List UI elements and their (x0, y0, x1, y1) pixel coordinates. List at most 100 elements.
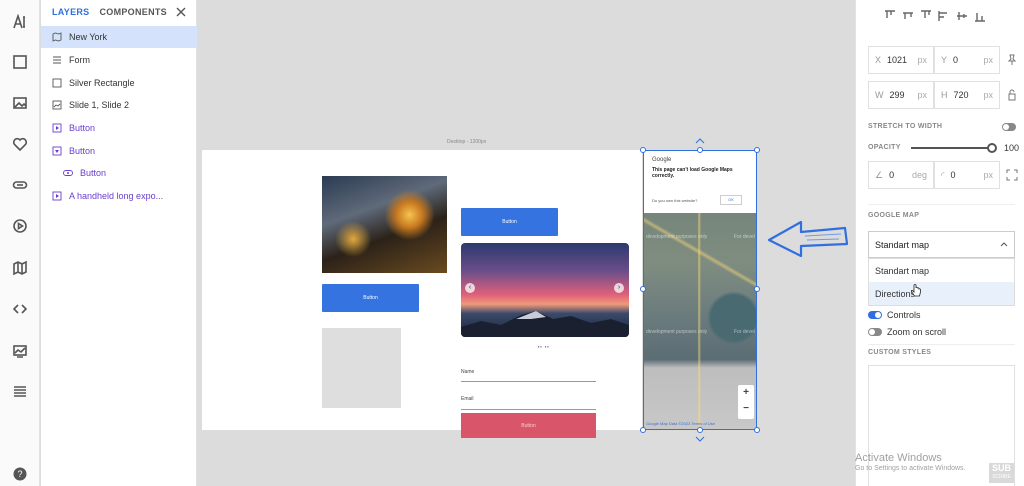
slider-prev-icon[interactable]: ‹ (465, 283, 475, 293)
layer-label: Button (80, 168, 107, 178)
align-left-icon[interactable] (884, 10, 896, 22)
pin-icon[interactable] (1006, 54, 1018, 66)
layer-item-new-york[interactable]: New York (41, 26, 197, 48)
map-type-option-standart[interactable]: Standart map (869, 259, 1014, 282)
corner-radius-field[interactable]: ◜ 0 px (934, 161, 1000, 189)
code-tool-icon[interactable] (10, 299, 30, 319)
layer-label: Slide 1, Slide 2 (69, 100, 130, 110)
opacity-slider-thumb[interactable] (987, 143, 997, 153)
expand-corners-icon[interactable] (1006, 169, 1018, 181)
align-toolbar (884, 10, 986, 22)
width-field[interactable]: W 299 px (868, 81, 934, 109)
resize-handle[interactable] (754, 427, 760, 433)
close-icon[interactable] (174, 5, 188, 19)
google-map-element[interactable]: Google This page can't load Google Maps … (643, 150, 757, 430)
layer-item-button-child[interactable]: Button (41, 162, 197, 184)
align-center-h-icon[interactable] (902, 10, 914, 22)
rotation-icon: ∠ (875, 169, 884, 180)
align-top-icon[interactable] (938, 10, 950, 22)
map-tool-icon[interactable] (10, 258, 30, 278)
map-type-menu: Standart map Directions (868, 258, 1015, 306)
image-tool-icon[interactable] (10, 93, 30, 113)
stretch-to-width-toggle[interactable] (1002, 123, 1016, 131)
resize-handle[interactable] (754, 286, 760, 292)
form-submit-button[interactable]: Button (461, 413, 596, 438)
resize-handle[interactable] (697, 147, 703, 153)
lock-icon[interactable] (1006, 89, 1018, 101)
move-down-icon[interactable] (695, 436, 705, 442)
resize-handle[interactable] (640, 147, 646, 153)
name-field[interactable] (461, 381, 596, 382)
align-right-icon[interactable] (920, 10, 932, 22)
name-field-label: Name (461, 369, 475, 375)
rotation-field[interactable]: ∠ 0 deg (868, 161, 934, 189)
height-field[interactable]: H 720 px (934, 81, 1000, 109)
button-tool-icon[interactable] (10, 175, 30, 195)
zoom-on-scroll-toggle[interactable] (868, 328, 882, 336)
canvas-button-right[interactable]: Button (461, 208, 558, 236)
layer-item-image[interactable]: A handheld long expo... (41, 185, 197, 207)
properties-panel: X 1021 px Y 0 px W 299 px H 720 px STRET… (855, 0, 1024, 486)
annotation-arrow-icon (767, 220, 849, 258)
layer-label: Silver Rectangle (69, 78, 135, 88)
align-middle-icon[interactable] (956, 10, 968, 22)
zoom-out-button[interactable]: − (738, 401, 754, 417)
layer-label: Button (69, 123, 96, 133)
city-photo[interactable] (322, 176, 447, 273)
layer-item-form[interactable]: Form (41, 49, 197, 71)
form-icon (53, 56, 61, 64)
controls-toggle[interactable] (868, 311, 882, 319)
caret-right-icon (52, 191, 62, 201)
resize-handle[interactable] (697, 427, 703, 433)
google-logo: Google (652, 157, 672, 163)
silver-rectangle[interactable] (322, 328, 401, 408)
map-icon (52, 32, 62, 42)
help-icon[interactable]: ? (10, 464, 30, 484)
canvas-button-left[interactable]: Button (322, 284, 419, 312)
map-watermark: development purposes only (646, 329, 708, 335)
subscribe-badge[interactable]: SUB SCRIBE (989, 463, 1015, 483)
button-icon (63, 170, 73, 176)
opacity-slider-track[interactable] (911, 147, 992, 149)
controls-label: Controls (887, 310, 921, 320)
y-position-field[interactable]: Y 0 px (934, 46, 1000, 74)
form-tool-icon[interactable] (10, 382, 30, 402)
text-tool-icon[interactable] (10, 12, 30, 32)
tab-components[interactable]: COMPONENTS (99, 7, 167, 17)
tab-layers[interactable]: LAYERS (52, 7, 89, 17)
align-bottom-icon[interactable] (974, 10, 986, 22)
google-map-section-label: GOOGLE MAP (868, 212, 920, 219)
slider-icon (52, 100, 62, 110)
map-type-select[interactable]: Standart map (868, 231, 1015, 258)
map-type-option-directions[interactable]: Directions (869, 282, 1014, 305)
svg-text:?: ? (17, 469, 22, 479)
email-field-label: Email (461, 396, 474, 402)
slider-tool-icon[interactable] (10, 341, 30, 361)
map-zoom-control: + − (738, 385, 754, 419)
opacity-value: 100 (1004, 143, 1020, 153)
layer-item-button[interactable]: Button (41, 117, 197, 139)
design-canvas[interactable]: Desktop - 1200px Button Button ‹ › ▪▪ ▪▪… (197, 0, 855, 486)
cursor-hand-icon (910, 284, 921, 297)
x-position-field[interactable]: X 1021 px (868, 46, 934, 74)
image-slider[interactable]: ‹ › (461, 243, 629, 337)
slider-dots[interactable]: ▪▪ ▪▪ (538, 344, 550, 349)
email-field[interactable] (461, 409, 596, 410)
map-watermark: development purposes only (646, 234, 708, 240)
layer-item-slides[interactable]: Slide 1, Slide 2 (41, 94, 197, 116)
resize-handle[interactable] (640, 427, 646, 433)
rectangle-tool-icon[interactable] (10, 52, 30, 72)
map-ok-button[interactable]: OK (720, 195, 742, 205)
heart-icon[interactable] (10, 134, 30, 154)
move-up-icon[interactable] (695, 138, 705, 144)
resize-handle[interactable] (640, 286, 646, 292)
layer-item-silver-rectangle[interactable]: Silver Rectangle (41, 72, 197, 94)
resize-handle[interactable] (754, 147, 760, 153)
map-footer: Google Map Data ©2023 Terms of Use (646, 421, 715, 426)
layer-item-button-group[interactable]: Button (41, 140, 197, 162)
layers-panel: LAYERS COMPONENTS New York Form Silver R… (41, 0, 197, 486)
map-watermark: For devel (734, 329, 755, 335)
slider-next-icon[interactable]: › (614, 283, 624, 293)
video-tool-icon[interactable] (10, 216, 30, 236)
zoom-in-button[interactable]: + (738, 385, 754, 401)
